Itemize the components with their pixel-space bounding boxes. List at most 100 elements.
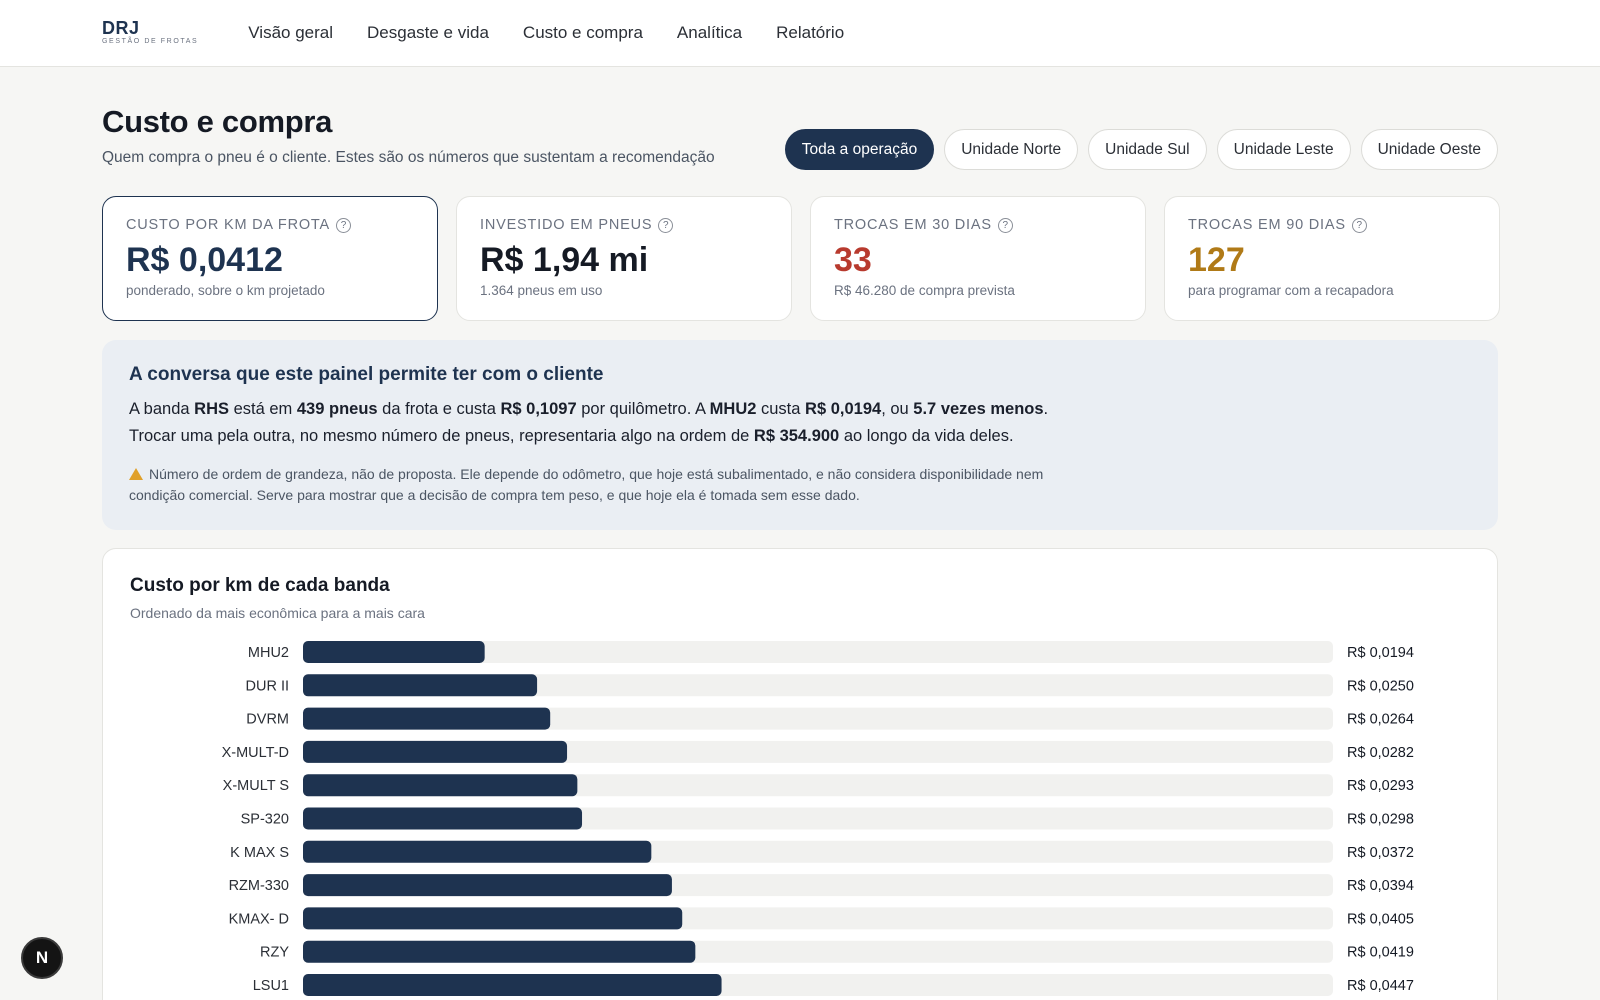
- category-label: RZY: [260, 945, 289, 961]
- kpi-row: CUSTO POR KM DA FROTA? R$ 0,0412 pondera…: [102, 196, 1500, 321]
- assistant-button[interactable]: N: [21, 937, 63, 979]
- chart-card: Custo por km de cada banda Ordenado da m…: [102, 548, 1498, 1000]
- category-label: X-MULT S: [223, 778, 289, 794]
- kpi-label: TROCAS EM 30 DIAS?: [834, 217, 1122, 233]
- insight-line-1: A banda RHS está em 439 pneus da frota e…: [129, 396, 1471, 423]
- brand-subtitle: GESTÃO DE FROTAS: [102, 38, 199, 45]
- help-icon[interactable]: ?: [658, 217, 674, 233]
- nav-item-visao-geral[interactable]: Visão geral: [248, 23, 333, 43]
- bar-value-label: R$ 0,0447: [1347, 978, 1414, 994]
- bar-value-label: R$ 0,0194: [1347, 645, 1414, 661]
- insight-highlight: R$ 354.900: [753, 427, 840, 445]
- insight-panel: A conversa que este painel permite ter c…: [102, 340, 1498, 530]
- insight-run: está em: [229, 400, 297, 418]
- category-label: K MAX S: [230, 845, 289, 861]
- kpi-note: para programar com a recapadora: [1188, 283, 1394, 298]
- nav-item-desgaste-vida[interactable]: Desgaste e vida: [367, 23, 489, 43]
- kpi-card-trocas-30[interactable]: TROCAS EM 30 DIAS? 33 R$ 46.280 de compr…: [810, 196, 1146, 321]
- bar-value-label: R$ 0,0394: [1347, 878, 1414, 894]
- kpi-label: INVESTIDO EM PNEUS?: [480, 217, 768, 233]
- help-icon[interactable]: ?: [1351, 217, 1367, 233]
- nav-item-custo-compra[interactable]: Custo e compra: [523, 23, 643, 43]
- filter-unidade-oeste[interactable]: Unidade Oeste: [1360, 129, 1498, 170]
- bar-value-label: R$ 0,0282: [1347, 745, 1414, 761]
- warning-icon: [129, 468, 143, 480]
- category-label: RZM-330: [229, 878, 289, 894]
- insight-run: , ou: [881, 400, 914, 418]
- warning-text: Número de ordem de grandeza, não de prop…: [129, 466, 1044, 503]
- unit-filter-group: Toda a operação Unidade Norte Unidade Su…: [784, 129, 1498, 170]
- bar[interactable]: [303, 807, 583, 830]
- bar[interactable]: [303, 674, 538, 697]
- bar[interactable]: [303, 641, 485, 663]
- insight-highlight: R$ 0,1097: [500, 400, 577, 418]
- main-nav: Visão geral Desgaste e vida Custo e comp…: [248, 23, 844, 43]
- bar-value-label: R$ 0,0372: [1347, 845, 1414, 861]
- kpi-note: R$ 46.280 de compra prevista: [834, 283, 1015, 298]
- page-title: Custo e compra: [102, 104, 333, 139]
- filter-unidade-sul[interactable]: Unidade Sul: [1088, 129, 1207, 170]
- kpi-label: TROCAS EM 90 DIAS?: [1188, 217, 1476, 233]
- nav-item-analitica[interactable]: Analítica: [677, 23, 742, 43]
- filter-unidade-norte[interactable]: Unidade Norte: [944, 129, 1079, 170]
- nav-item-relatorio[interactable]: Relatório: [776, 23, 844, 43]
- brand-logo[interactable]: DRJ GESTÃO DE FROTAS: [102, 19, 198, 47]
- bar[interactable]: [303, 840, 652, 863]
- kpi-label: CUSTO POR KM DA FROTA?: [126, 217, 414, 233]
- category-label: MHU2: [248, 645, 289, 661]
- insight-title: A conversa que este painel permite ter c…: [129, 364, 604, 385]
- category-label: DUR II: [246, 678, 290, 694]
- help-icon[interactable]: ?: [997, 217, 1013, 233]
- category-label: LSU1: [253, 978, 289, 994]
- page-header: Custo e compra Quem compra o pneu é o cl…: [102, 104, 715, 167]
- bar-value-label: R$ 0,0293: [1347, 778, 1414, 794]
- chart-subtitle: Ordenado da mais econômica para a mais c…: [130, 605, 425, 621]
- insight-run: A banda: [129, 400, 195, 418]
- bar[interactable]: [303, 707, 551, 730]
- insight-line-2: Trocar uma pela outra, no mesmo número d…: [129, 423, 1471, 450]
- category-label: DVRM: [246, 712, 289, 728]
- insight-run: .: [1043, 400, 1049, 418]
- insight-run: custa: [756, 400, 806, 418]
- insight-highlight: RHS: [194, 400, 229, 418]
- category-label: SP-320: [241, 812, 289, 828]
- insight-highlight: 5.7 vezes menos: [913, 400, 1044, 418]
- brand-name: DRJ: [102, 18, 140, 38]
- bar-value-label: R$ 0,0419: [1347, 945, 1414, 961]
- insight-warning: Número de ordem de grandeza, não de prop…: [129, 464, 1089, 506]
- help-icon[interactable]: ?: [335, 217, 351, 233]
- insight-run: ao longo da vida deles.: [839, 427, 1014, 445]
- kpi-card-custo-km[interactable]: CUSTO POR KM DA FROTA? R$ 0,0412 pondera…: [102, 196, 438, 321]
- bar-value-label: R$ 0,0264: [1347, 712, 1414, 728]
- insight-highlight: R$ 0,0194: [805, 400, 882, 418]
- bar[interactable]: [303, 774, 578, 797]
- bar[interactable]: [303, 940, 696, 963]
- bar-value-label: R$ 0,0250: [1347, 678, 1414, 694]
- bar-value-label: R$ 0,0405: [1347, 911, 1414, 927]
- kpi-card-investido[interactable]: INVESTIDO EM PNEUS? R$ 1,94 mi 1.364 pne…: [456, 196, 792, 321]
- top-navbar: DRJ GESTÃO DE FROTAS Visão geral Desgast…: [0, 0, 1600, 67]
- insight-highlight: 439 pneus: [296, 400, 378, 418]
- bar[interactable]: [303, 907, 683, 930]
- bar[interactable]: [303, 974, 722, 996]
- kpi-note: 1.364 pneus em uso: [480, 283, 603, 298]
- page-subtitle: Quem compra o pneu é o cliente. Estes sã…: [102, 149, 715, 166]
- filter-toda-operacao[interactable]: Toda a operação: [784, 129, 935, 170]
- kpi-card-trocas-90[interactable]: TROCAS EM 90 DIAS? 127 para programar co…: [1164, 196, 1500, 321]
- insight-run: Trocar uma pela outra, no mesmo número d…: [129, 427, 754, 445]
- filter-unidade-leste[interactable]: Unidade Leste: [1216, 129, 1351, 170]
- insight-highlight: MHU2: [709, 400, 757, 418]
- insight-text: A banda RHS está em 439 pneus da frota e…: [129, 396, 1471, 450]
- kpi-value: R$ 1,94 mi: [480, 241, 649, 279]
- chart-title: Custo por km de cada banda: [130, 575, 390, 596]
- bar-value-label: R$ 0,0298: [1347, 812, 1414, 828]
- category-label: KMAX- D: [229, 911, 289, 927]
- kpi-value: 33: [834, 241, 872, 279]
- category-label: X-MULT-D: [222, 745, 289, 761]
- bar[interactable]: [303, 874, 672, 897]
- bar[interactable]: [303, 740, 568, 763]
- insight-run: da frota e custa: [377, 400, 501, 418]
- kpi-value: 127: [1188, 241, 1245, 279]
- insight-run: por quilômetro. A: [576, 400, 710, 418]
- kpi-value: R$ 0,0412: [126, 241, 283, 279]
